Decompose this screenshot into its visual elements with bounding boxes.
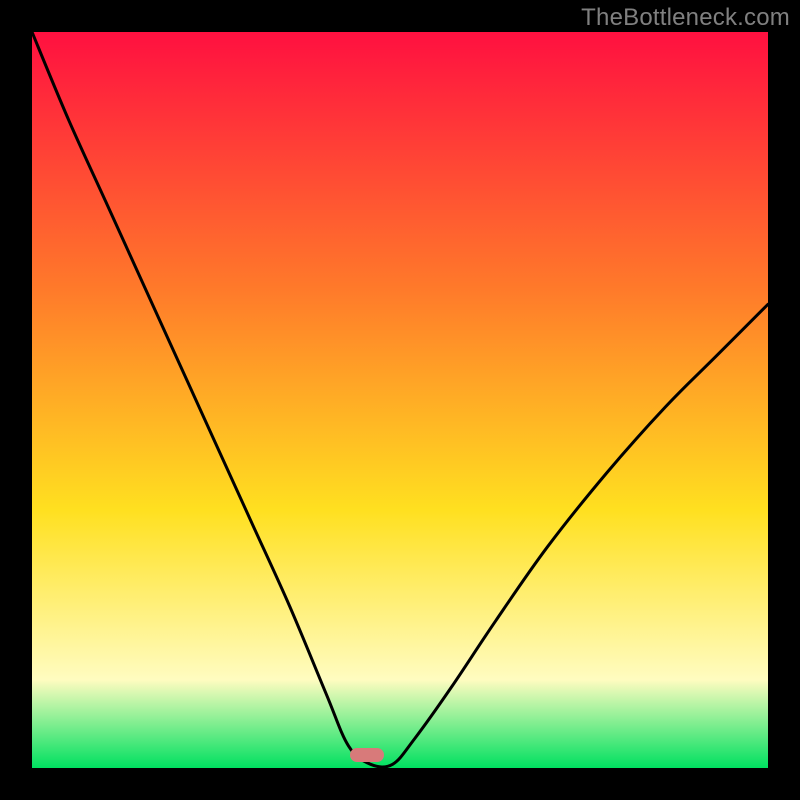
plot-svg	[32, 32, 768, 768]
watermark-text: TheBottleneck.com	[581, 4, 790, 32]
chart-frame: TheBottleneck.com	[0, 0, 800, 800]
gradient-background	[32, 32, 768, 768]
plot-area	[32, 32, 768, 768]
bottleneck-marker	[350, 748, 384, 762]
